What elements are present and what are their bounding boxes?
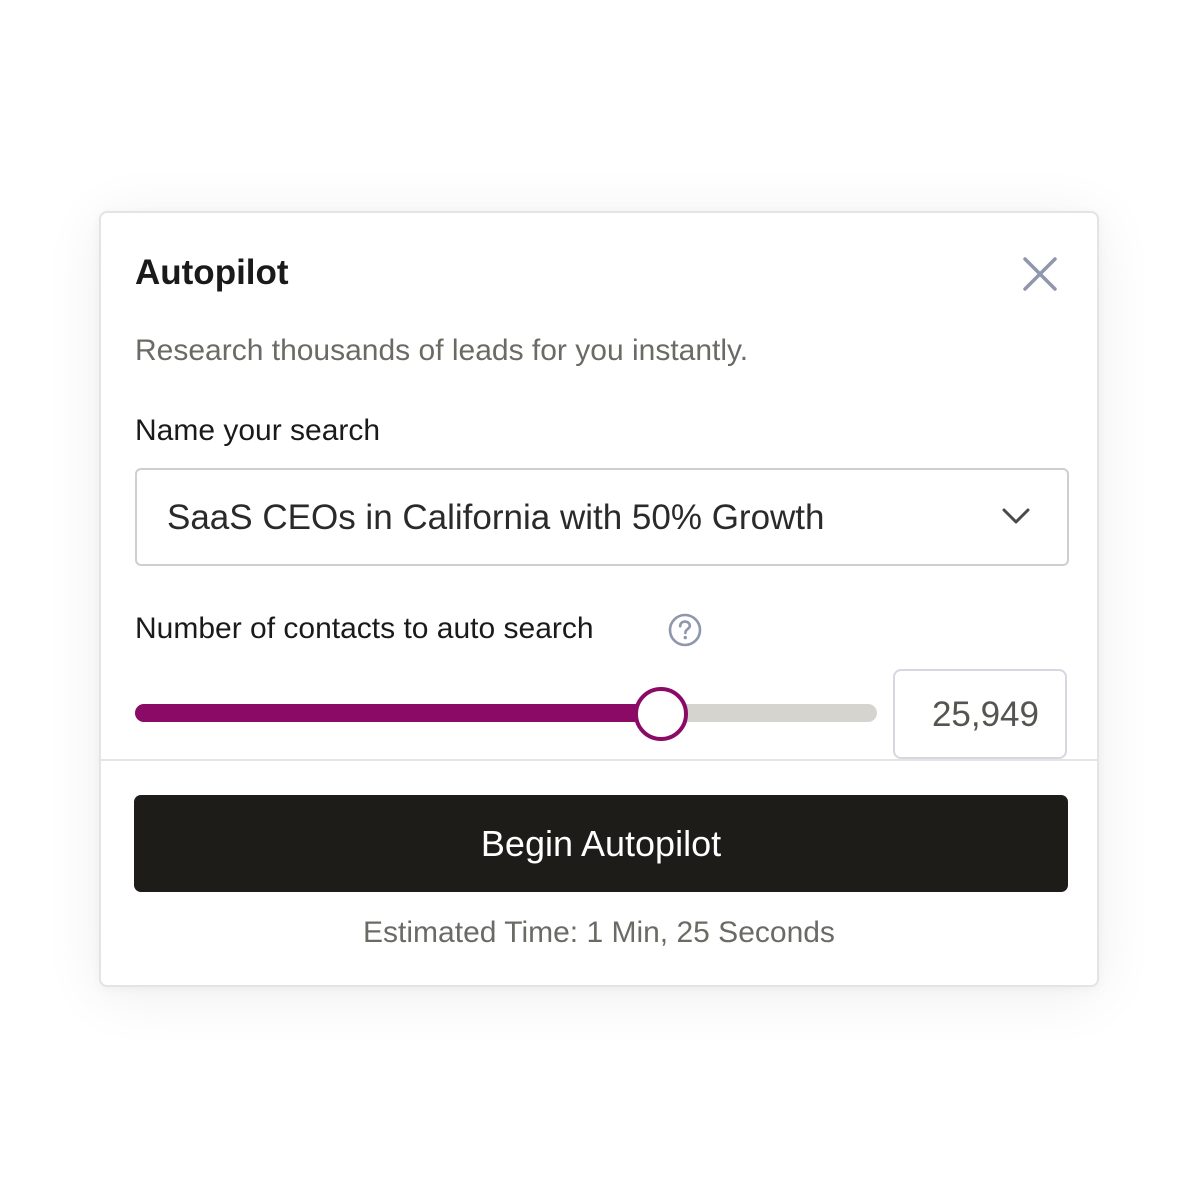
close-button[interactable] — [1017, 251, 1063, 297]
question-circle-icon[interactable] — [667, 612, 703, 648]
contacts-count-label: Number of contacts to auto search — [135, 612, 594, 645]
search-name-value: SaaS CEOs in California with 50% Growth — [167, 498, 825, 537]
search-name-label: Name your search — [135, 414, 381, 447]
contacts-slider[interactable] — [135, 683, 877, 743]
slider-thumb[interactable] — [634, 687, 688, 741]
chevron-down-icon — [1002, 508, 1030, 524]
begin-autopilot-button[interactable]: Begin Autopilot — [134, 795, 1068, 892]
contacts-count-input[interactable]: 25,949 — [893, 669, 1067, 759]
modal-subtitle: Research thousands of leads for you inst… — [135, 334, 749, 367]
modal-title: Autopilot — [135, 253, 289, 292]
slider-fill — [135, 704, 659, 722]
contacts-count-value: 25,949 — [931, 695, 1039, 734]
close-icon — [1023, 257, 1057, 291]
estimated-time: Estimated Time: 1 Min, 25 Seconds — [363, 916, 835, 949]
page-background: Autopilot Research thousands of leads fo… — [0, 0, 1200, 1200]
autopilot-modal: Autopilot Research thousands of leads fo… — [99, 211, 1099, 987]
search-name-select[interactable]: SaaS CEOs in California with 50% Growth — [135, 468, 1069, 566]
divider — [101, 759, 1097, 761]
